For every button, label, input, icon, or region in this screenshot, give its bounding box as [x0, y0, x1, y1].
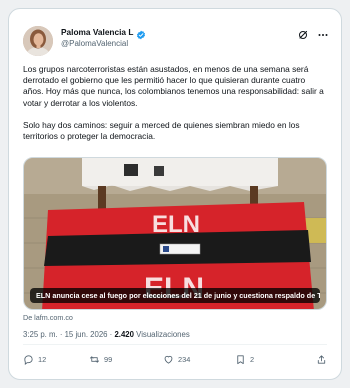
views-label: Visualizaciones [133, 330, 190, 339]
heart-icon [164, 355, 173, 364]
tweet-header: Paloma Valencia L @PalomaValencial [23, 26, 329, 60]
grok-icon[interactable] [297, 28, 309, 40]
flag-text-top: ELN [152, 211, 200, 238]
like-count: 234 [178, 355, 191, 364]
bookmark-button[interactable]: 2 [235, 354, 254, 365]
avatar-image [23, 26, 53, 56]
tweet-paragraph: Solo hay dos caminos: seguir a merced de… [23, 119, 300, 142]
reply-icon [24, 355, 33, 365]
author-display-name[interactable]: Paloma Valencia L [61, 27, 133, 37]
tweet-top-actions [297, 28, 329, 40]
repost-count: 99 [104, 355, 113, 364]
tweet-actions: 12 99 234 2 [23, 354, 327, 368]
link-source[interactable]: De lafm.com.co [23, 313, 73, 322]
bookmark-count: 2 [250, 355, 255, 364]
share-button[interactable] [316, 354, 327, 365]
reply-button[interactable]: 12 [23, 354, 46, 365]
like-button[interactable]: 234 [163, 354, 190, 365]
views-count: 2.420 [114, 330, 134, 339]
avatar[interactable] [23, 26, 53, 56]
link-card-title: ELN anuncia cese al fuego por elecciones… [30, 288, 320, 303]
author-handle[interactable]: @PalomaValencial [61, 39, 146, 48]
share-icon [317, 355, 326, 364]
author-names: Paloma Valencia L @PalomaValencial [61, 27, 146, 48]
repost-icon [89, 356, 100, 363]
tweet-paragraph: Los grupos narcoterroristas están asusta… [23, 64, 324, 108]
tweet-timestamp[interactable]: 3:25 p. m. · 15 jun. 2026 · [23, 330, 114, 339]
tweet-meta: 3:25 p. m. · 15 jun. 2026 · 2.420 Visual… [23, 330, 190, 339]
reply-count: 12 [38, 355, 47, 364]
repost-button[interactable]: 99 [89, 354, 112, 365]
link-card-media[interactable]: ELN ELN ELN anuncia cese al fuego por el… [23, 157, 327, 310]
tweet-card: Paloma Valencia L @PalomaValencial Los g… [8, 8, 342, 380]
tweet-text: Los grupos narcoterroristas están asusta… [23, 64, 327, 153]
divider [23, 344, 327, 345]
more-icon[interactable] [317, 28, 329, 40]
verified-badge-icon [136, 27, 146, 40]
bookmark-icon [237, 355, 244, 365]
